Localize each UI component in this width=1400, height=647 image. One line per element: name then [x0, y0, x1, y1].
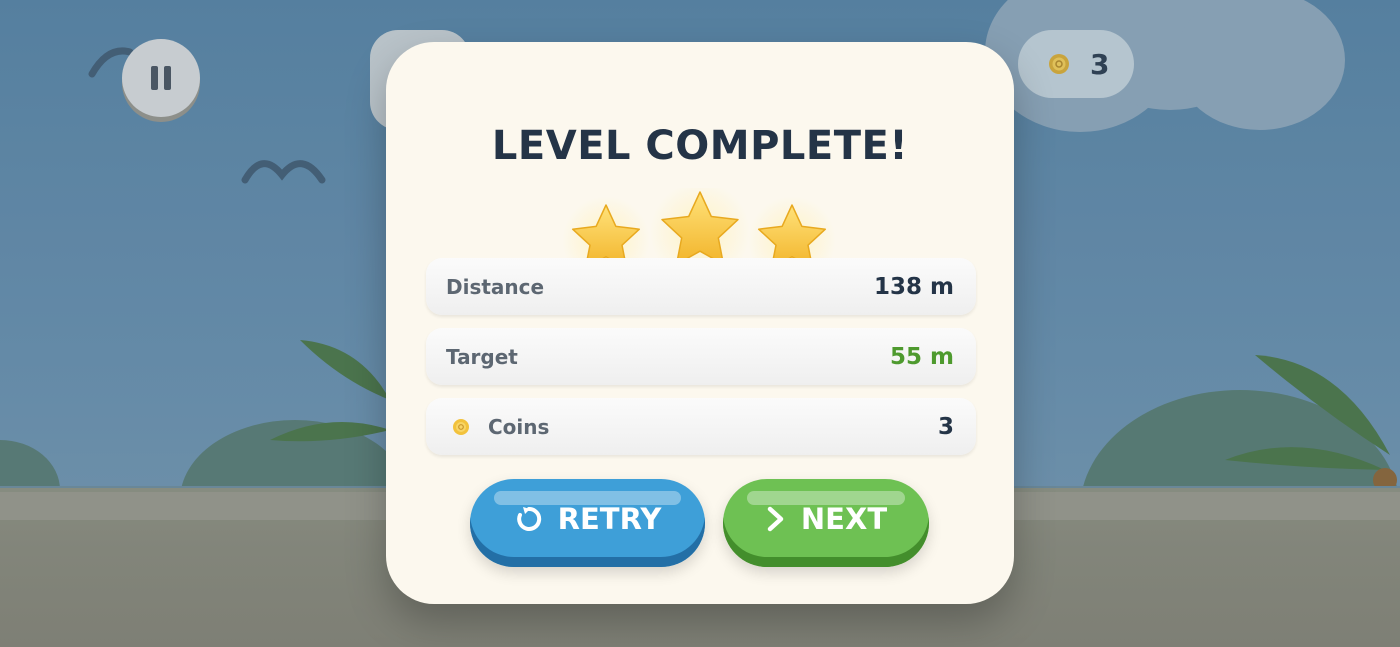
- stat-label-group: Coins: [446, 415, 549, 439]
- next-button[interactable]: NEXT: [723, 479, 929, 567]
- coins-value: 3: [937, 413, 954, 440]
- pause-button[interactable]: [122, 39, 200, 117]
- coin-counter: 3: [1018, 30, 1134, 98]
- chevron-right-icon: [765, 505, 787, 533]
- coin-icon: [1049, 54, 1069, 74]
- stat-row-coins: Coins 3: [426, 398, 976, 455]
- stat-label: Distance: [446, 274, 545, 299]
- coin-count: 3: [1090, 47, 1110, 81]
- stat-row-distance: Distance 138 m: [426, 258, 976, 315]
- target-value: 55 m: [890, 343, 954, 370]
- retry-button[interactable]: RETRY: [470, 479, 705, 567]
- distance-value: 138 m: [874, 273, 954, 300]
- pause-icon: [148, 66, 174, 90]
- coin-icon: [453, 418, 469, 435]
- retry-label: RETRY: [557, 502, 662, 536]
- stat-label: Target: [446, 344, 518, 369]
- game-scene: 3 LEVEL COMPLETE! Distance 138 m Target: [0, 0, 1400, 647]
- retry-icon: [514, 504, 544, 534]
- stat-label: Coins: [488, 414, 550, 439]
- next-label: NEXT: [800, 502, 888, 536]
- dialog-title: LEVEL COMPLETE!: [491, 123, 909, 169]
- stat-row-target: Target 55 m: [426, 328, 976, 385]
